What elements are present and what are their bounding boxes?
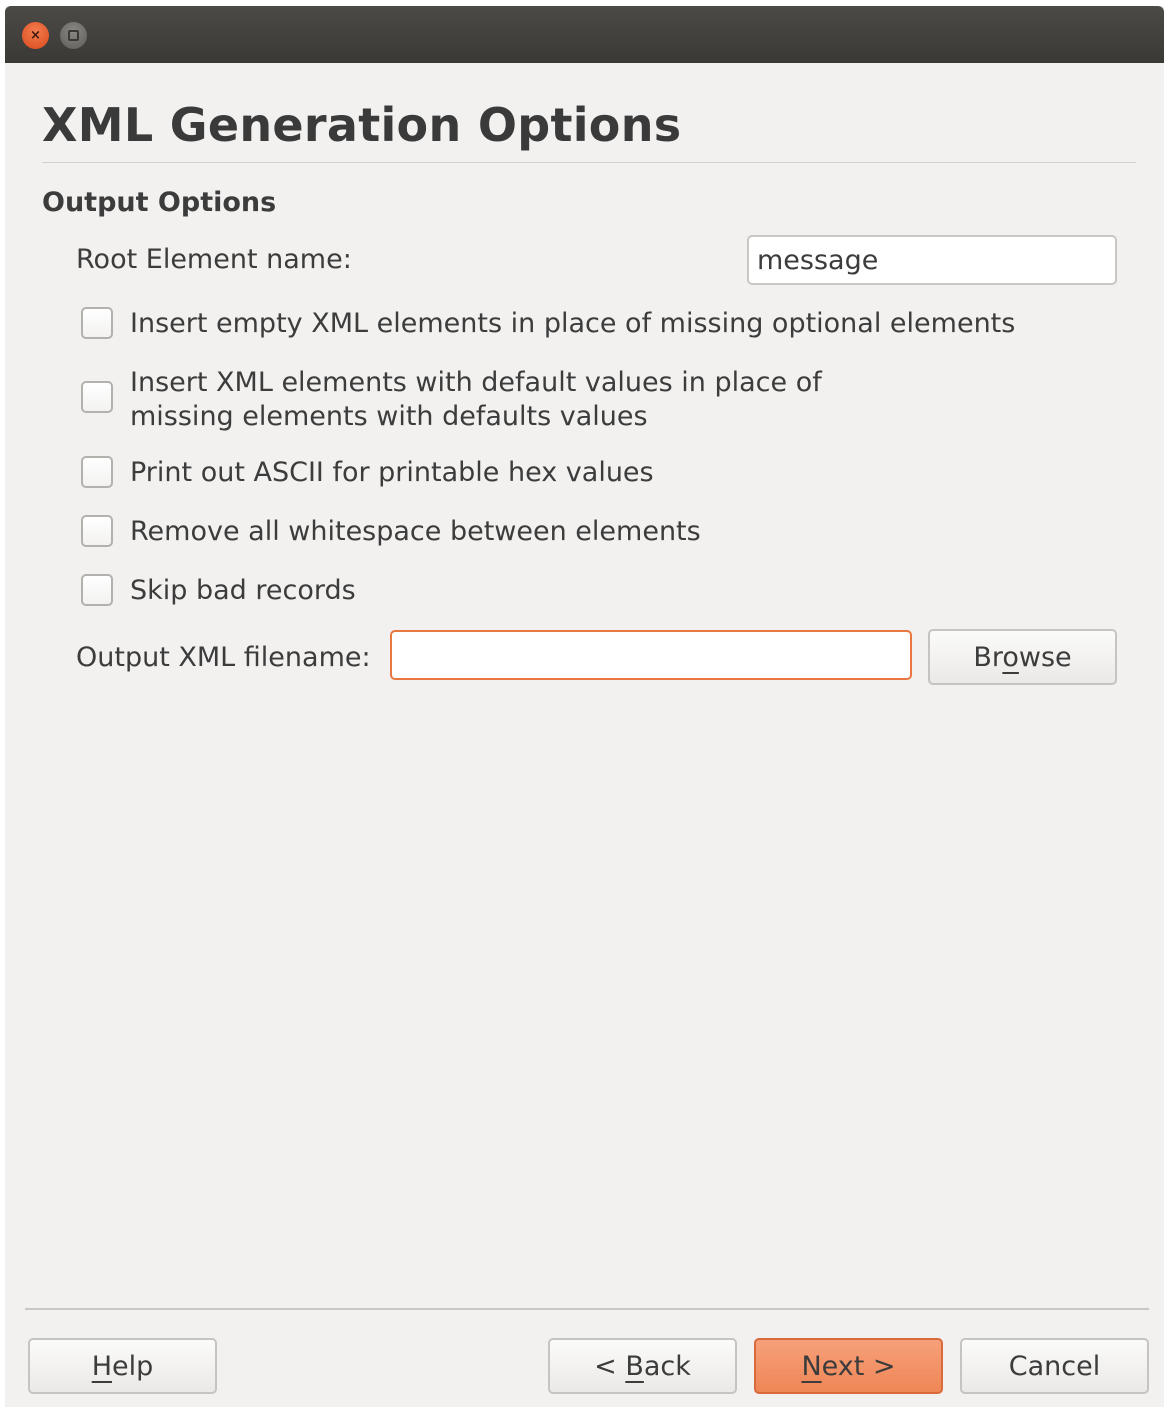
option-label: Insert empty XML elements in place of mi… xyxy=(130,308,1016,339)
next-button[interactable]: Next > xyxy=(754,1338,943,1394)
maximize-square xyxy=(68,30,79,41)
back-label: < Back xyxy=(594,1350,691,1382)
checkbox[interactable] xyxy=(81,307,113,339)
close-icon[interactable]: × xyxy=(22,22,49,49)
option-insert-empty[interactable]: Insert empty XML elements in place of mi… xyxy=(81,307,1015,341)
option-label: Remove all whitespace between elements xyxy=(130,516,701,547)
back-button[interactable]: < Back xyxy=(548,1338,737,1394)
browse-button[interactable]: Browse xyxy=(928,629,1117,685)
option-insert-defaults[interactable]: Insert XML elements with default values … xyxy=(81,366,822,434)
browse-label: Browse xyxy=(973,641,1072,673)
output-filename-input[interactable] xyxy=(390,630,912,680)
option-label: Insert XML elements with default values … xyxy=(130,367,822,432)
option-label: Print out ASCII for printable hex values xyxy=(130,457,654,488)
page-title: XML Generation Options xyxy=(42,98,682,152)
maximize-icon[interactable] xyxy=(60,22,87,49)
section-title: Output Options xyxy=(42,187,277,218)
checkbox[interactable] xyxy=(81,574,113,606)
titlebar: × xyxy=(5,6,1164,63)
checkbox[interactable] xyxy=(81,515,113,547)
option-skip-bad-records[interactable]: Skip bad records xyxy=(81,574,356,608)
option-print-ascii[interactable]: Print out ASCII for printable hex values xyxy=(81,456,654,490)
cancel-button[interactable]: Cancel xyxy=(960,1338,1149,1394)
root-element-input[interactable] xyxy=(747,235,1117,285)
footer-divider xyxy=(25,1308,1149,1310)
option-label: Skip bad records xyxy=(130,575,356,606)
title-divider xyxy=(42,162,1136,163)
next-label: Next > xyxy=(801,1350,896,1382)
output-filename-label: Output XML filename: xyxy=(76,642,371,673)
help-button[interactable]: Help xyxy=(28,1338,217,1394)
help-label: Help xyxy=(91,1350,154,1382)
checkbox[interactable] xyxy=(81,381,113,413)
dialog-window: × XML Generation Options Output Options … xyxy=(5,6,1164,1407)
checkbox[interactable] xyxy=(81,456,113,488)
root-element-label: Root Element name: xyxy=(76,244,352,275)
option-remove-whitespace[interactable]: Remove all whitespace between elements xyxy=(81,515,701,549)
